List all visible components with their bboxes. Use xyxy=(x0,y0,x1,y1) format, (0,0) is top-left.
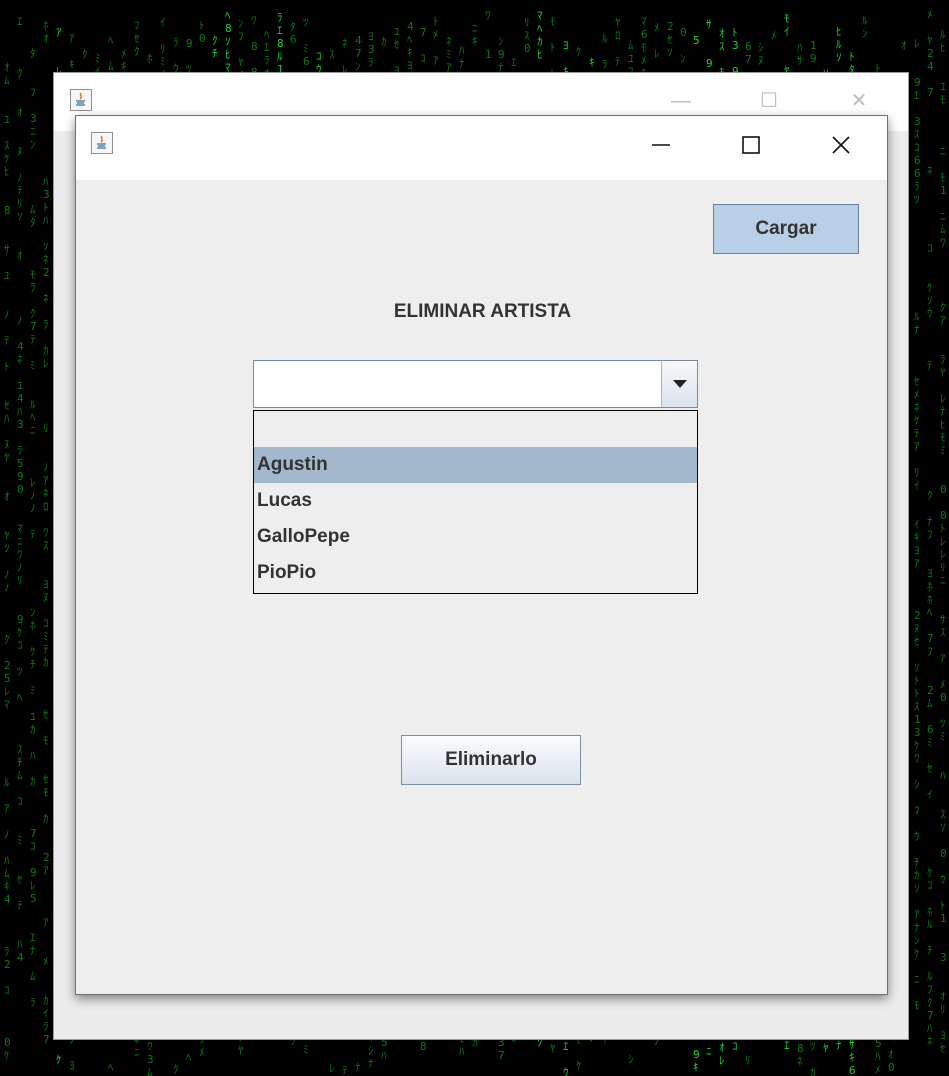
list-item[interactable]: Agustin xyxy=(254,447,697,483)
dialog-titlebar xyxy=(76,116,887,180)
matrix-rain-column: ﾚ 9 ｴ 3 ｽ ｺ 6 6 ﾗ ﾂ ﾙ ﾅ ｾ ﾒ ﾈ ｹ ﾃ ｱ ﾘ ｲ … xyxy=(914,37,921,1012)
parent-close-button[interactable]: ✕ xyxy=(844,91,874,111)
page-title: ELIMINAR ARTISTA xyxy=(393,301,572,322)
dialog-close-button[interactable] xyxy=(821,130,861,160)
parent-maximize-button[interactable]: ☐ xyxy=(754,91,784,111)
matrix-rain-column: ｵ ﾑ ﾕ ｽ ｹ ﾋ 8 ｻ ﾕ ﾉ ﾃ ﾄ ｾ ﾊ ﾇ ﾔ ｵ ﾔ ﾂ ﾉ … xyxy=(4,61,11,1062)
list-item[interactable]: Lucas xyxy=(254,483,697,519)
desktop-background: ｵ ﾑ ﾕ ｽ ｹ ﾋ 8 ｻ ﾕ ﾉ ﾃ ﾄ ｾ ﾊ ﾇ ﾔ ｵ ﾔ ﾂ ﾉ … xyxy=(0,0,949,1076)
cargar-button[interactable]: Cargar xyxy=(713,204,859,254)
matrix-rain-column: ﾙ ﾋ ﾕ ﾓ ﾆ ﾓ 1 ﾆ ﾑ ﾜ ｸ ｱ ﾗ ﾔ ﾚ ﾅ ﾋ ﾓ ﾐ 0 … xyxy=(940,28,947,1055)
dialog-maximize-button[interactable] xyxy=(731,130,771,160)
dialog-minimize-button[interactable] xyxy=(641,130,681,160)
eliminar-artista-dialog: Cargar ELIMINAR ARTISTA Agustin Lucas Ga… xyxy=(75,115,888,995)
list-item[interactable]: PioPio xyxy=(254,555,697,591)
parent-minimize-button[interactable]: — xyxy=(666,91,696,111)
matrix-rain-column: ﾀ ﾌ 3 ﾆ ﾝ ﾑ ﾀ ﾓ ﾗ ｸ 7 ﾃ ﾐ ﾙ ﾍ ﾆ ﾚ ﾉ ﾉ ﾃ … xyxy=(30,47,37,1009)
eliminarlo-button[interactable]: Eliminarlo xyxy=(401,735,581,785)
list-item[interactable]: GalloPepe xyxy=(254,519,697,555)
java-icon xyxy=(91,132,113,154)
artist-select[interactable] xyxy=(253,360,698,408)
artist-dropdown-list[interactable]: Agustin Lucas GalloPepe PioPio xyxy=(253,410,698,594)
dropdown-arrow-button[interactable] xyxy=(661,361,697,407)
matrix-rain-column: ｴ ｸ ｵ ﾇ ﾉ ﾃ ﾘ ｿ ｵ ﾉ 4 ﾈ ﾕ 4 ﾊ 3 ﾗ 5 9 0 … xyxy=(17,15,24,964)
java-icon xyxy=(70,89,92,111)
matrix-rain-column: ﾒ ﾔ 2 4 7 ﾈ ｺ ｹ ｿ ｳ ﾃ ｸ ﾅ ﾌ ﾖ ﾎ ﾎ ﾍ 7 ﾌ … xyxy=(927,8,934,1048)
list-item[interactable] xyxy=(254,411,697,447)
triangle-down-icon xyxy=(673,380,687,388)
